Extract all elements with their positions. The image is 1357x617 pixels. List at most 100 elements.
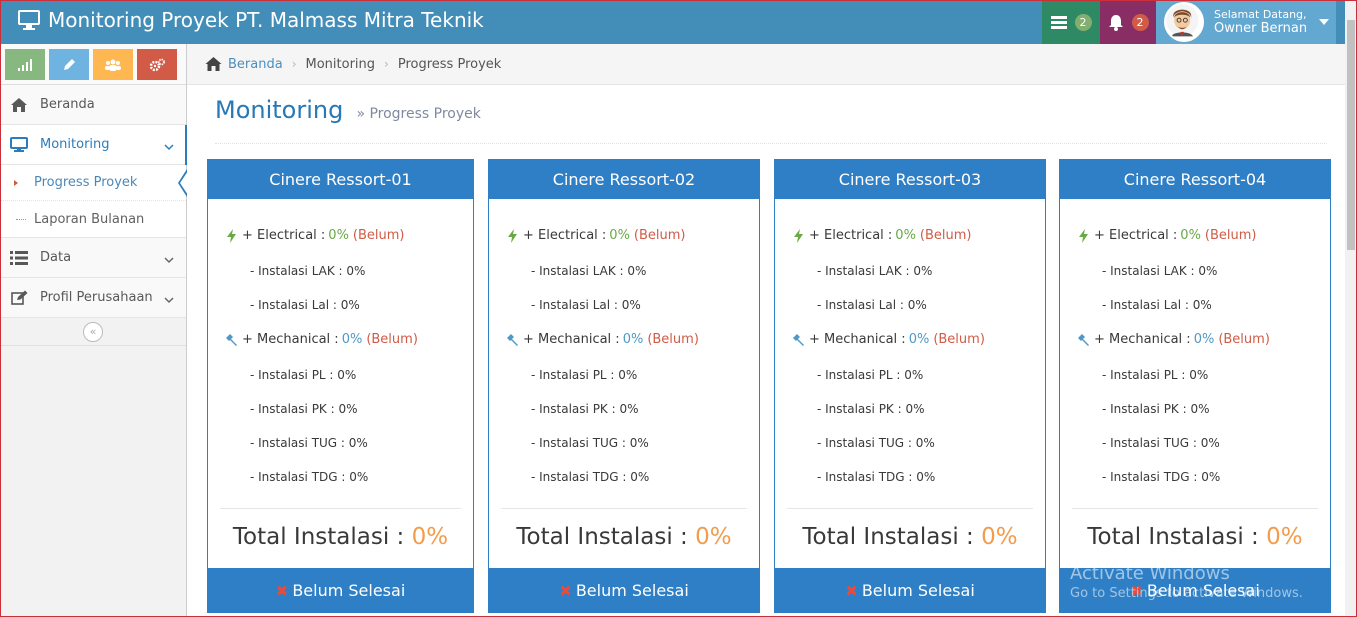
sidebar-item-data[interactable]: Data	[0, 238, 186, 278]
notifications-button[interactable]: 2	[1100, 0, 1156, 44]
instalasi-tug-row: - Instalasi TUG : 0%	[531, 436, 649, 450]
user-name: Owner Bernan	[1214, 21, 1308, 36]
instalasi-tdg-row: - Instalasi TDG : 0%	[1102, 470, 1221, 484]
chevron-right-icon: ›	[291, 57, 297, 71]
shortcut-cogs-button[interactable]	[137, 49, 177, 80]
project-card: Cinere Ressort-02 + Electrical : 0% (Bel…	[488, 159, 760, 613]
chevron-down-icon	[164, 293, 174, 308]
total-value: 0%	[411, 524, 449, 550]
card-divider	[1072, 508, 1318, 509]
sidebar-item-label: Monitoring	[40, 137, 110, 152]
electrical-row: + Electrical : 0% (Belum)	[789, 228, 972, 243]
bolt-icon	[222, 228, 240, 243]
instalasi-lal-row: - Instalasi Lal : 0%	[250, 298, 360, 312]
mechanical-status: (Belum)	[647, 332, 699, 347]
sidebar-item-profil-perusahaan[interactable]: Profil Perusahaan	[0, 278, 186, 318]
project-card: Cinere Ressort-03 + Electrical : 0% (Bel…	[774, 159, 1046, 613]
total-instalasi: Total Instalasi : 0%	[489, 524, 759, 550]
card-divider	[787, 508, 1033, 509]
electrical-row: + Electrical : 0% (Belum)	[1074, 228, 1257, 243]
total-value: 0%	[981, 524, 1018, 550]
user-info: Selamat Datang, Owner Bernan	[1214, 8, 1307, 36]
page-title: Monitoring	[215, 96, 344, 124]
home-icon	[205, 57, 222, 71]
breadcrumb: Beranda › Monitoring › Progress Proyek	[187, 44, 1345, 85]
electrical-label: + Electrical :	[1094, 228, 1178, 243]
double-angle-left-icon[interactable]: «	[83, 321, 103, 342]
user-greeting: Selamat Datang,	[1214, 8, 1307, 21]
sidebar-item-beranda[interactable]: Beranda	[0, 85, 186, 125]
brand[interactable]: Monitoring Proyek PT. Malmass Mitra Tekn…	[18, 8, 484, 32]
status-footer[interactable]: ✖ Belum Selesai	[1059, 568, 1331, 613]
status-footer[interactable]: ✖ Belum Selesai	[774, 568, 1046, 613]
total-label: Total Instalasi :	[232, 524, 405, 550]
bolt-icon	[789, 228, 807, 243]
page-subtitle: » Progress Proyek	[356, 106, 481, 122]
list-icon	[10, 250, 28, 265]
sidebar-item-label: Data	[40, 250, 72, 265]
status-footer[interactable]: ✖ Belum Selesai	[488, 568, 760, 613]
user-menu[interactable]: Selamat Datang, Owner Bernan	[1156, 0, 1336, 44]
page-scrollbar[interactable]	[1345, 0, 1357, 617]
project-title: Cinere Ressort-01	[269, 170, 412, 189]
sidebar-subitem-label: Laporan Bulanan	[34, 211, 145, 227]
chevron-down-icon	[164, 140, 174, 155]
status-label: Belum Selesai	[1146, 581, 1260, 600]
sidebar-subitem-progress-proyek[interactable]: Progress Proyek	[0, 165, 188, 201]
users-icon	[105, 59, 121, 71]
tasks-button[interactable]: 2	[1042, 0, 1100, 44]
edit-icon	[10, 290, 28, 305]
total-instalasi: Total Instalasi : 0%	[1060, 524, 1330, 550]
page-header: Monitoring » Progress Proyek	[215, 96, 1327, 144]
total-value: 0%	[1266, 524, 1303, 550]
shortcut-pencil-button[interactable]	[49, 49, 89, 80]
project-card-title: Cinere Ressort-02	[489, 160, 759, 199]
electrical-label: + Electrical :	[242, 228, 326, 243]
breadcrumb-section[interactable]: Monitoring	[306, 57, 376, 72]
scrollbar-thumb[interactable]	[1347, 20, 1355, 250]
chevron-right-icon: ›	[384, 57, 389, 71]
total-label: Total Instalasi :	[1087, 524, 1259, 550]
card-divider	[501, 508, 747, 509]
instalasi-pl-row: - Instalasi PL : 0%	[817, 368, 924, 382]
electrical-row: + Electrical : 0% (Belum)	[503, 228, 686, 243]
sidebar-subitem-laporan-bulanan[interactable]: Laporan Bulanan	[0, 201, 186, 237]
mechanical-value: 0%	[622, 332, 644, 347]
instalasi-tdg-row: - Instalasi TDG : 0%	[531, 470, 650, 484]
mechanical-value: 0%	[1193, 332, 1215, 347]
mechanical-label: + Mechanical :	[1094, 332, 1191, 347]
bolt-icon	[1074, 228, 1092, 243]
instalasi-lal-row: - Instalasi Lal : 0%	[1102, 298, 1212, 312]
status-footer[interactable]: ✖ Belum Selesai	[207, 568, 474, 613]
home-icon	[10, 97, 28, 112]
sidebar-item-monitoring[interactable]: Monitoring	[0, 125, 187, 165]
close-icon: ✖	[275, 581, 289, 600]
instalasi-pk-row: - Instalasi PK : 0%	[1102, 402, 1210, 416]
project-card-title: Cinere Ressort-04	[1060, 160, 1330, 199]
close-icon: ✖	[559, 581, 572, 600]
mechanical-label: + Mechanical :	[523, 332, 620, 347]
total-instalasi: Total Instalasi : 0%	[775, 524, 1045, 550]
instalasi-tdg-row: - Instalasi TDG : 0%	[250, 470, 369, 484]
mechanical-value: 0%	[908, 332, 930, 347]
breadcrumb-home[interactable]: Beranda	[205, 57, 283, 72]
project-card: Cinere Ressort-01 + Electrical : 0% (Bel…	[207, 159, 474, 613]
mechanical-status: (Belum)	[933, 332, 985, 347]
mechanical-row: + Mechanical : 0% (Belum)	[503, 332, 699, 347]
cogs-icon	[149, 58, 165, 71]
active-indicator	[178, 169, 188, 197]
total-label: Total Instalasi :	[516, 524, 688, 550]
instalasi-pk-row: - Instalasi PK : 0%	[817, 402, 925, 416]
shortcut-signal-button[interactable]	[5, 49, 45, 80]
instalasi-tdg-row: - Instalasi TDG : 0%	[817, 470, 936, 484]
bolt-icon	[503, 228, 521, 243]
shortcut-users-button[interactable]	[93, 49, 133, 80]
electrical-status: (Belum)	[1204, 228, 1257, 243]
hammer-icon	[503, 333, 521, 347]
electrical-value: 0%	[609, 228, 630, 243]
mechanical-status: (Belum)	[1218, 332, 1270, 347]
sidebar-shortcuts	[0, 44, 186, 85]
desktop-icon	[10, 137, 28, 152]
mechanical-status: (Belum)	[366, 332, 418, 347]
electrical-value: 0%	[895, 228, 916, 243]
